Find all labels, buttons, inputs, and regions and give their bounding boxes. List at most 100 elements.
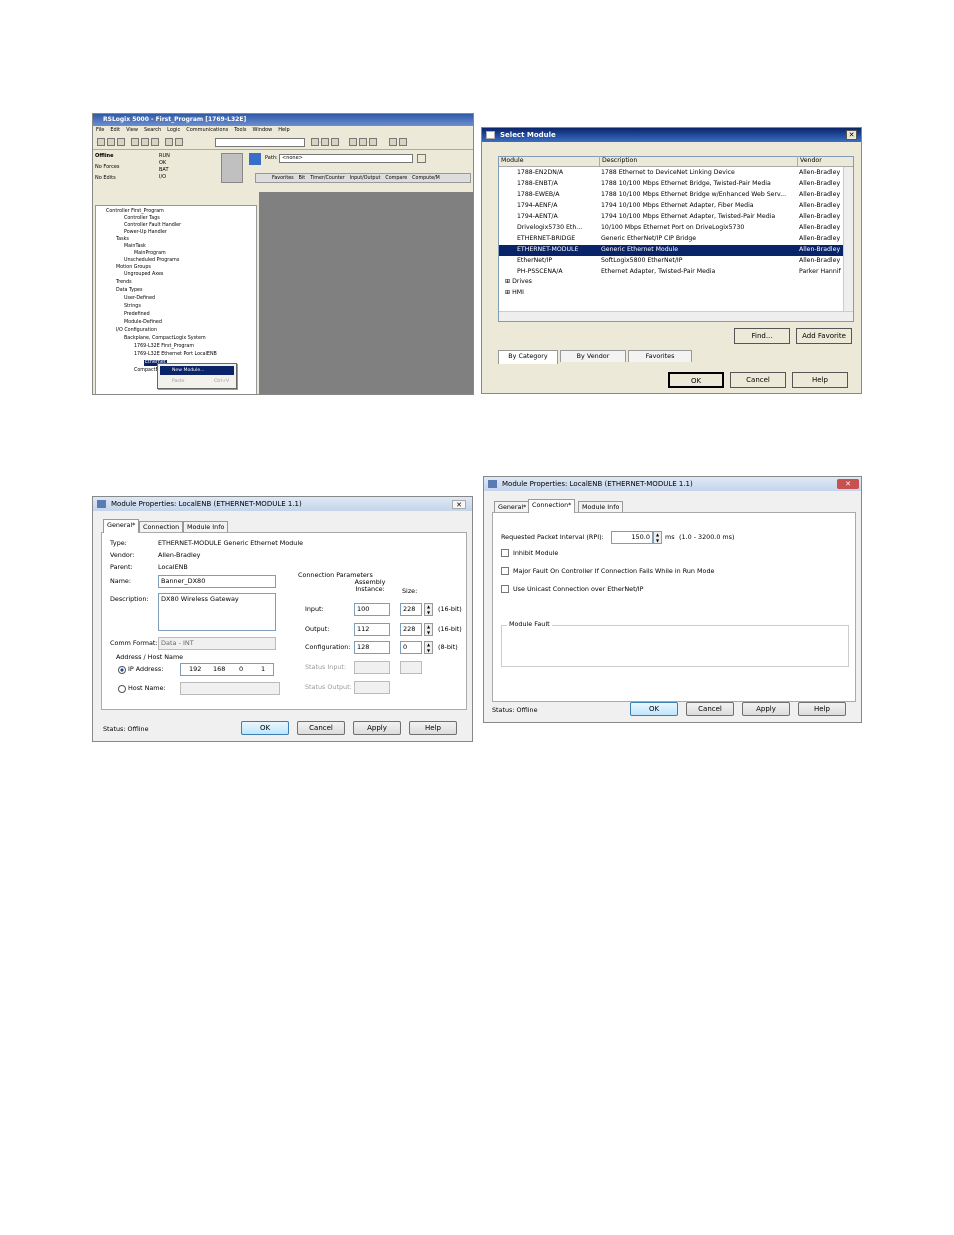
tree-node[interactable]: Unscheduled Programs bbox=[124, 258, 179, 264]
tree-node[interactable]: Controller First_Program bbox=[106, 209, 164, 215]
tree-node[interactable]: I/O Configuration bbox=[116, 328, 157, 334]
tab-favorites[interactable]: Favorites bbox=[272, 174, 294, 182]
tree-node[interactable]: 1769-L32E Ethernet Port LocalENB bbox=[134, 352, 217, 358]
major-fault-checkbox[interactable] bbox=[501, 567, 509, 575]
menu-file[interactable]: File bbox=[96, 126, 104, 135]
tab-by-vendor[interactable]: By Vendor bbox=[560, 350, 626, 362]
search-combo[interactable] bbox=[215, 138, 305, 147]
output-instance-field[interactable]: 112 bbox=[354, 623, 390, 636]
redo-icon[interactable] bbox=[175, 138, 183, 146]
apply-button[interactable]: Apply bbox=[353, 721, 401, 735]
output-size-field[interactable]: 228 bbox=[400, 623, 422, 636]
menu-paste[interactable]: Paste bbox=[172, 379, 184, 384]
menu-logic[interactable]: Logic bbox=[167, 126, 180, 135]
tree-node[interactable]: Backplane, CompactLogix System bbox=[124, 336, 206, 342]
close-icon[interactable]: ✕ bbox=[846, 130, 857, 140]
help-button[interactable]: Help bbox=[792, 372, 848, 388]
module-row[interactable]: 1788-ENBT/A 1788 10/100 Mbps Ethernet Bri… bbox=[499, 179, 845, 190]
add-favorite-button[interactable]: Add Favorite bbox=[796, 328, 852, 344]
tab-bit[interactable]: Bit bbox=[299, 174, 306, 182]
menu-help[interactable]: Help bbox=[278, 126, 289, 135]
tree-node[interactable]: Strings bbox=[124, 304, 141, 310]
new-icon[interactable] bbox=[97, 138, 105, 146]
module-row[interactable]: 1794-AENF/A 1794 10/100 Mbps Ethernet Ada… bbox=[499, 201, 845, 212]
tab-compute[interactable]: Compute/M bbox=[412, 174, 440, 182]
module-row[interactable]: ETHERNET-BRIDGE Generic EtherNet/IP CIP B… bbox=[499, 234, 845, 245]
unicast-checkbox[interactable] bbox=[501, 585, 509, 593]
tree-node[interactable]: Data Types bbox=[116, 288, 143, 294]
undo-icon[interactable] bbox=[165, 138, 173, 146]
status-output-field[interactable] bbox=[354, 681, 390, 694]
tab-favorites[interactable]: Favorites bbox=[628, 350, 692, 362]
copy-icon[interactable] bbox=[141, 138, 149, 146]
tree-node[interactable]: Power-Up Handler bbox=[124, 230, 167, 236]
tab-by-category[interactable]: By Category bbox=[498, 350, 558, 364]
zoom-in-icon[interactable] bbox=[389, 138, 397, 146]
tree-node[interactable]: Controller Tags bbox=[124, 216, 160, 222]
tab-connection[interactable]: Connection* bbox=[528, 499, 576, 513]
browse-icon[interactable] bbox=[359, 138, 367, 146]
tab-timer-counter[interactable]: Timer/Counter bbox=[310, 174, 345, 182]
col-module[interactable]: Module bbox=[501, 156, 524, 166]
open-icon[interactable] bbox=[107, 138, 115, 146]
configuration-instance-field[interactable]: 128 bbox=[354, 641, 390, 654]
tree-node[interactable]: Trends bbox=[116, 280, 132, 286]
configuration-size-spinner[interactable]: ▲ ▼ bbox=[424, 641, 433, 654]
menu-window[interactable]: Window bbox=[253, 126, 273, 135]
cancel-button[interactable]: Cancel bbox=[297, 721, 345, 735]
group-hmi[interactable]: ⊞ HMI bbox=[505, 288, 524, 298]
tree-node[interactable]: User-Defined bbox=[124, 296, 155, 302]
zoom-out-icon[interactable] bbox=[399, 138, 407, 146]
status-input-field[interactable] bbox=[354, 661, 390, 674]
inhibit-module-checkbox[interactable] bbox=[501, 549, 509, 557]
module-row[interactable]: 1788-EWEB/A 1788 10/100 Mbps Ethernet Bri… bbox=[499, 190, 845, 201]
input-size-spinner[interactable]: ▲ ▼ bbox=[424, 603, 433, 616]
verify-routine-icon[interactable] bbox=[321, 138, 329, 146]
verify-icon[interactable] bbox=[311, 138, 319, 146]
go-online-icon[interactable] bbox=[417, 154, 426, 163]
tree-node[interactable]: Ungrouped Axes bbox=[124, 272, 163, 278]
ok-button[interactable]: OK bbox=[241, 721, 289, 735]
tree-node[interactable]: Motion Groups bbox=[116, 265, 151, 271]
find-button[interactable]: Find... bbox=[734, 328, 790, 344]
tree-node[interactable]: Module-Defined bbox=[124, 320, 162, 326]
tree-node[interactable]: 1769-L32E First_Program bbox=[134, 344, 194, 350]
cancel-button[interactable]: Cancel bbox=[686, 702, 734, 716]
output-size-spinner[interactable]: ▲ ▼ bbox=[424, 623, 433, 636]
close-icon[interactable]: ✕ bbox=[452, 500, 466, 509]
group-drives[interactable]: ⊞ Drives bbox=[505, 277, 532, 287]
properties-icon[interactable] bbox=[349, 138, 357, 146]
ip-address-field[interactable]: 192 168 0 1 bbox=[180, 663, 274, 676]
vertical-scrollbar[interactable] bbox=[843, 167, 853, 312]
ok-button[interactable]: OK bbox=[630, 702, 678, 716]
col-description[interactable]: Description bbox=[599, 156, 637, 166]
apply-button[interactable]: Apply bbox=[742, 702, 790, 716]
save-icon[interactable] bbox=[117, 138, 125, 146]
tab-input-output[interactable]: Input/Output bbox=[350, 174, 381, 182]
cut-icon[interactable] bbox=[131, 138, 139, 146]
tree-node[interactable]: Predefined bbox=[124, 312, 150, 318]
input-size-field[interactable]: 228 bbox=[400, 603, 422, 616]
status-input-size-field[interactable] bbox=[400, 661, 422, 674]
name-field[interactable]: Banner_DX80 bbox=[158, 575, 276, 588]
help-button[interactable]: Help bbox=[409, 721, 457, 735]
watch-icon[interactable] bbox=[369, 138, 377, 146]
input-instance-field[interactable]: 100 bbox=[354, 603, 390, 616]
tree-node[interactable]: Controller Fault Handler bbox=[124, 223, 181, 229]
path-dropdown[interactable]: <none> bbox=[279, 154, 413, 163]
rpi-field[interactable]: 150.0 bbox=[611, 531, 653, 544]
col-vendor[interactable]: Vendor bbox=[797, 156, 822, 166]
tree-node[interactable]: MainProgram bbox=[134, 251, 166, 257]
ok-button[interactable]: OK bbox=[668, 372, 724, 388]
rpi-spinner[interactable]: ▲ ▼ bbox=[653, 531, 662, 544]
menu-edit[interactable]: Edit bbox=[110, 126, 120, 135]
ip-address-radio[interactable] bbox=[118, 666, 126, 674]
close-icon[interactable]: ✕ bbox=[837, 479, 859, 489]
menu-communications[interactable]: Communications bbox=[186, 126, 228, 135]
tab-compare[interactable]: Compare bbox=[385, 174, 407, 182]
description-field[interactable]: DX80 Wireless Gateway bbox=[158, 593, 276, 631]
module-row[interactable]: 1794-AENT/A 1794 10/100 Mbps Ethernet Ada… bbox=[499, 212, 845, 223]
tab-general[interactable]: General* bbox=[103, 519, 140, 533]
cancel-button[interactable]: Cancel bbox=[730, 372, 786, 388]
help-button[interactable]: Help bbox=[798, 702, 846, 716]
